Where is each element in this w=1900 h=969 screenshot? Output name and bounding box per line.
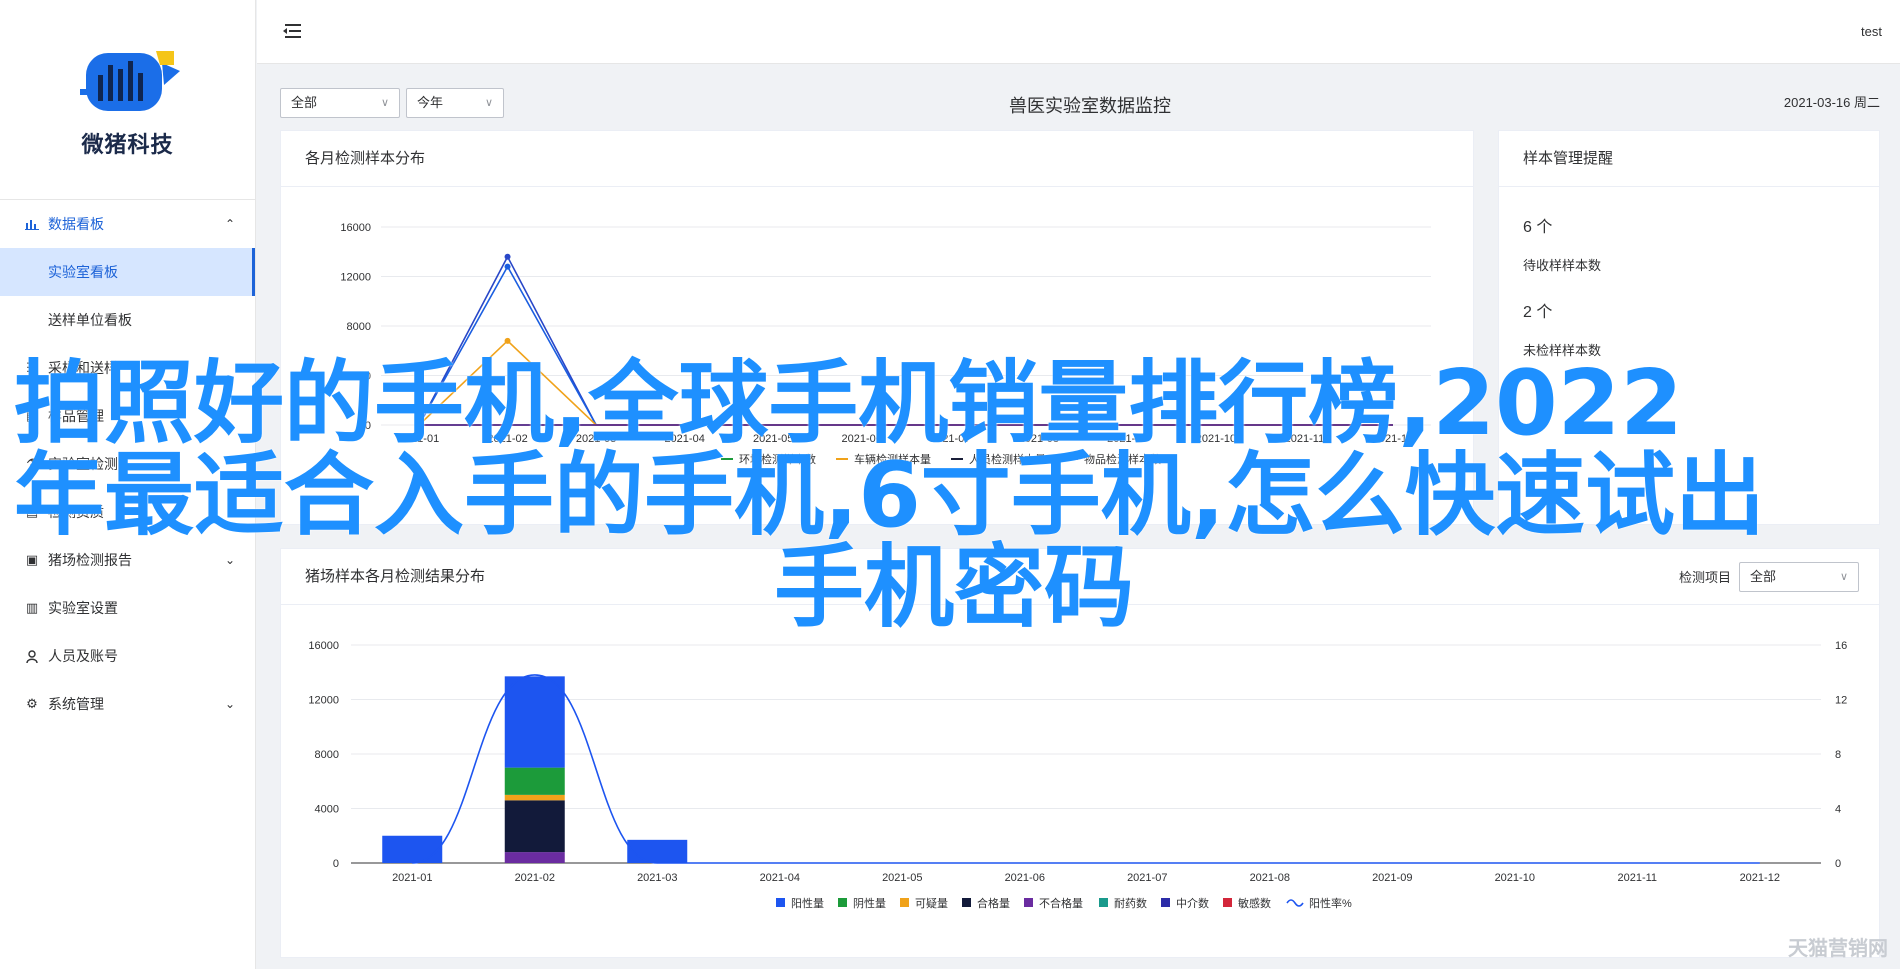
y-tick-label: 8000	[347, 321, 371, 333]
legend-swatch	[1286, 899, 1304, 907]
bar-chart-icon	[24, 216, 40, 232]
overlay-line-2: 年最适合入手的手机,6寸手机,怎么快速试出	[14, 443, 1765, 548]
sidebar-item-sender-board[interactable]: 送样单位看板	[0, 296, 255, 344]
y-tick-label: 12000	[340, 272, 371, 284]
bar-segment	[504, 852, 565, 863]
watermark: 天猫营销网	[1788, 938, 1888, 960]
legend-label: 阳性量	[791, 896, 824, 910]
x-tick-label: 2021-07	[1127, 872, 1167, 884]
top-bar: test	[257, 0, 1900, 64]
legend-label: 阴性量	[853, 896, 886, 910]
farm-results-chart: 0 4000 8000 12000 16000 0 4 8 12 16 2021-01 2021-02…	[308, 640, 1847, 910]
sidebar-item-label: 系统管理	[48, 696, 104, 712]
x-tick-label: 2021-01	[392, 872, 432, 884]
data-point	[504, 253, 511, 260]
sidebar-item-label: 数据看板	[48, 216, 104, 232]
overlay-line-3: 手机密码	[774, 535, 1134, 640]
x-tick-label: 2021-09	[1372, 872, 1412, 884]
y2-tick-label: 8	[1835, 749, 1841, 761]
legend-swatch	[900, 898, 909, 907]
chevron-down-icon: ∨	[1839, 571, 1848, 583]
bar-segment	[504, 676, 565, 768]
data-point	[504, 337, 511, 344]
legend-label: 耐药数	[1114, 897, 1147, 910]
overlay-line-1: 拍照好的手机,全球手机销量排行榜,2022	[14, 351, 1683, 456]
sidebar-item-data-board[interactable]: 数据看板 ⌃	[0, 200, 255, 248]
legend-label: 不合格量	[1039, 896, 1083, 910]
bar-segment	[504, 800, 565, 853]
y2-tick-label: 16	[1835, 640, 1847, 652]
user-name[interactable]: test	[1861, 24, 1882, 39]
x-tick-label: 2021-02	[515, 872, 555, 884]
x-tick-label: 2021-12	[1740, 872, 1780, 884]
gear-icon: ⚙	[26, 696, 38, 711]
pending-receive-label: 待收样样本数	[1523, 258, 1602, 273]
x-tick-label: 2021-10	[1495, 872, 1535, 884]
scope-select-value: 全部	[291, 95, 318, 110]
data-point	[504, 263, 511, 270]
pending-receive-count[interactable]: 6 个	[1523, 213, 1855, 237]
legend-swatch	[1161, 898, 1170, 907]
legend-label: 敏感数	[1238, 896, 1271, 910]
y2-tick-label: 4	[1835, 804, 1841, 816]
sidebar-item-lab-board[interactable]: 实验室看板	[0, 248, 255, 296]
chevron-down-icon: ∨	[380, 97, 389, 109]
legend-swatch	[1099, 898, 1108, 907]
chevron-down-icon: ⌄	[224, 697, 235, 711]
panel-title: 样本管理提醒	[1499, 131, 1879, 187]
y-tick-label: 8000	[315, 749, 339, 761]
bar-segment	[627, 839, 688, 863]
legend-label: 阳性率%	[1309, 896, 1352, 910]
x-tick-label: 2021-06	[1005, 872, 1045, 884]
scope-select[interactable]: 全部 ∨	[280, 88, 400, 118]
y-tick-label: 16000	[340, 222, 371, 234]
sidebar-item-label: 实验室看板	[48, 264, 118, 280]
legend-swatch	[838, 898, 847, 907]
y2-tick-label: 12	[1835, 695, 1847, 707]
y-tick-label: 16000	[308, 640, 339, 652]
y-tick-label: 0	[333, 858, 339, 870]
period-select[interactable]: 今年 ∨	[406, 88, 504, 118]
rate-line	[412, 674, 1760, 864]
legend-label: 中介数	[1176, 897, 1209, 910]
brand-name: 微猪科技	[81, 131, 174, 157]
x-tick-label: 2021-11	[1617, 872, 1657, 884]
legend-swatch	[962, 898, 971, 907]
panel-title: 各月检测样本分布	[281, 131, 1473, 187]
x-tick-label: 2021-05	[882, 872, 922, 884]
x-tick-label: 2021-08	[1250, 872, 1290, 884]
period-select-value: 今年	[417, 95, 444, 110]
y-tick-label: 12000	[308, 695, 339, 707]
y-tick-label: 4000	[315, 804, 339, 816]
sidebar-item-label: 人员及账号	[48, 648, 118, 664]
legend-swatch	[776, 898, 785, 907]
sidebar-item-system[interactable]: ⚙ 系统管理 ⌄	[0, 680, 255, 728]
page-title: 兽医实验室数据监控	[1009, 96, 1171, 116]
y2-tick-label: 0	[1835, 858, 1841, 870]
current-date: 2021-03-16 周二	[1783, 95, 1880, 110]
sidebar-item-label: 送样单位看板	[48, 312, 132, 328]
untested-count[interactable]: 2 个	[1523, 298, 1855, 322]
chevron-up-icon: ⌃	[224, 217, 235, 231]
bar-segment	[382, 835, 443, 863]
x-tick-label: 2021-03	[637, 872, 677, 884]
legend-label: 可疑量	[915, 897, 948, 910]
chevron-down-icon: ∨	[484, 97, 493, 109]
bar-segment	[504, 794, 565, 801]
piggy-logo-icon	[79, 50, 180, 111]
user-icon	[24, 648, 40, 664]
sidebar-item-users[interactable]: 人员及账号	[0, 632, 255, 680]
bar-segment	[504, 767, 565, 795]
legend-swatch	[1223, 898, 1232, 907]
overlay-headline: 拍照好的手机,全球手机销量排行榜,2022 年最适合入手的手机,6寸手机,怎么快…	[14, 358, 1774, 634]
collapse-menu-icon[interactable]	[281, 22, 303, 40]
brand-logo[interactable]: 微猪科技	[0, 0, 255, 200]
legend-swatch	[1024, 898, 1033, 907]
x-tick-label: 2021-04	[760, 872, 800, 884]
legend-label: 合格量	[977, 896, 1010, 910]
